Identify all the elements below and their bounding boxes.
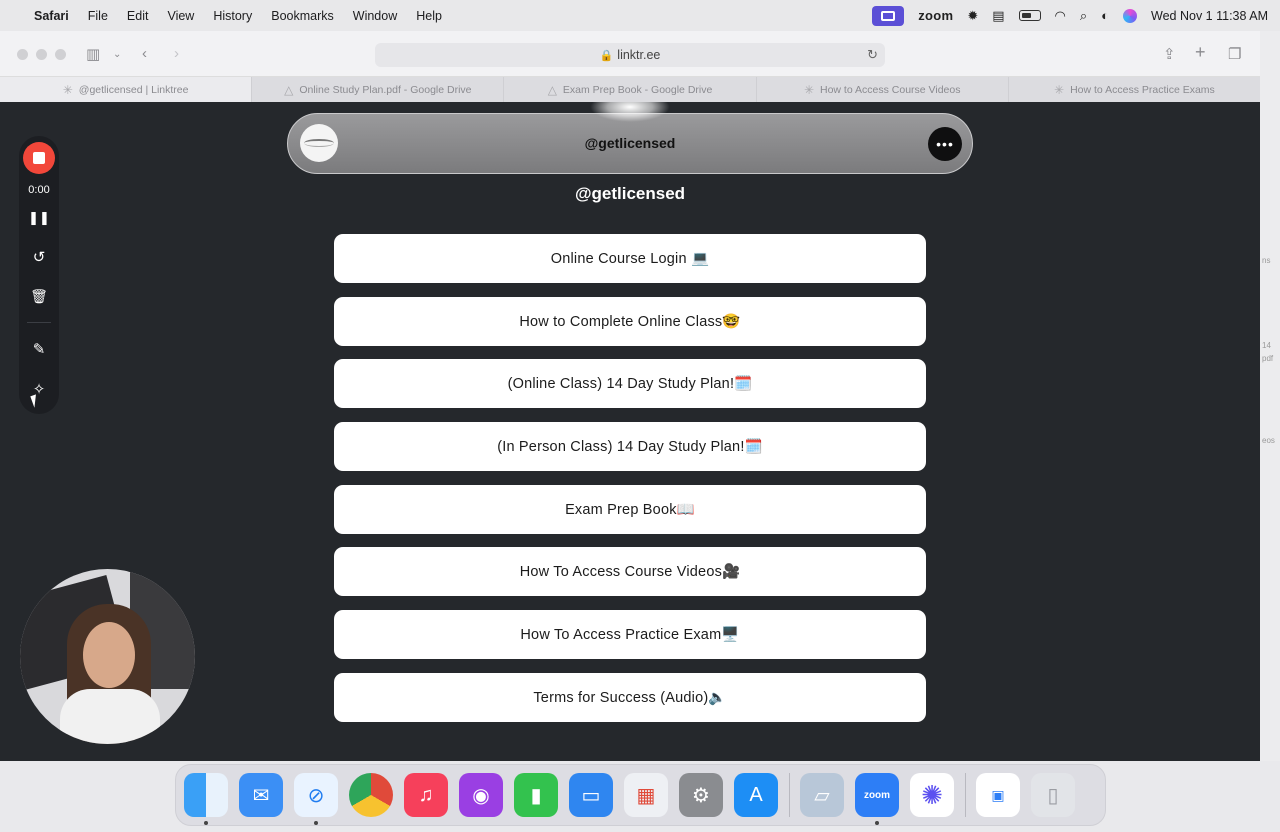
reload-icon[interactable]: ↻	[867, 47, 878, 63]
webcam-bubble[interactable]	[20, 569, 195, 744]
menu-window[interactable]: Window	[353, 9, 397, 23]
tab-label: How to Access Course Videos	[820, 83, 961, 96]
menu-app-name[interactable]: Safari	[34, 9, 69, 23]
menu-view[interactable]: View	[167, 9, 194, 23]
tab-label: @getlicensed | Linktree	[78, 83, 189, 96]
siri-icon[interactable]	[1123, 8, 1138, 23]
battery-icon[interactable]	[1018, 10, 1041, 21]
preview-icon[interactable]: ▱	[800, 773, 844, 817]
chrome-icon[interactable]	[349, 773, 393, 817]
linktree-page: @getlicensed ••• @getlicensed Online Cou…	[0, 102, 1260, 761]
zoom-window-button[interactable]	[55, 49, 66, 60]
menu-file[interactable]: File	[88, 9, 108, 23]
url-text: linktr.ee	[617, 48, 661, 62]
tab-linktree[interactable]: ✳ @getlicensed | Linktree	[0, 77, 252, 102]
screen-share-icon[interactable]	[872, 5, 905, 26]
recording-toolbar: 0:00 ❚❚ ↺ 🗑 ✎ ✧	[19, 136, 59, 414]
link-exam-prep-book[interactable]: Exam Prep Book📖	[334, 484, 926, 534]
safari-toolbar: ▥ ⌄ ‹ › 🔒 linktr.ee ↻ ⇪ + ❐	[0, 31, 1260, 77]
link-in-person-study-plan[interactable]: (In Person Class) 14 Day Study Plan!🗓️	[334, 422, 926, 472]
dock-separator	[965, 773, 966, 817]
linktree-icon: ✳	[803, 82, 814, 97]
keynote-icon[interactable]: ▭	[569, 773, 613, 817]
link-online-course-login[interactable]: Online Course Login 💻	[334, 234, 926, 283]
safari-icon[interactable]: ⊘	[294, 773, 338, 825]
zoom-window-icon[interactable]: ▣	[976, 773, 1020, 817]
zoom-status-label[interactable]: zoom	[918, 8, 953, 23]
forward-icon[interactable]: ›	[174, 45, 179, 62]
linktree-icon: ✳	[1054, 82, 1065, 97]
search-icon[interactable]: ⌕	[1080, 8, 1087, 24]
new-tab-icon[interactable]: +	[1195, 42, 1206, 63]
back-icon[interactable]: ‹	[142, 45, 147, 62]
zoom-app-icon[interactable]: zoom	[855, 773, 899, 825]
sidebar-icon[interactable]: ▥	[86, 45, 100, 63]
edge-fragment: eos	[1262, 436, 1275, 445]
more-options-button[interactable]: •••	[928, 127, 962, 161]
tab-bar: ✳ @getlicensed | Linktree △ Online Study…	[0, 77, 1260, 102]
keyboard-icon[interactable]: ▤	[992, 8, 1004, 24]
trash-icon[interactable]: 🗑	[19, 288, 59, 305]
window-controls	[17, 49, 66, 60]
gear-icon[interactable]: ✹	[967, 8, 978, 24]
launchpad-icon[interactable]: ▦	[624, 773, 668, 817]
dock-separator	[789, 773, 790, 817]
linktree-icon: ✳	[62, 82, 73, 97]
profile-name: @getlicensed	[574, 184, 686, 203]
perplexity-icon[interactable]: ✺	[910, 773, 954, 817]
edge-fragment: ns	[1262, 256, 1271, 265]
mail-icon[interactable]: ✉	[239, 773, 283, 817]
light-glare	[590, 102, 670, 122]
google-drive-icon: △	[284, 82, 294, 97]
toolbar-divider	[27, 322, 51, 323]
link-complete-online-class[interactable]: How to Complete Online Class🤓	[334, 296, 926, 346]
system-settings-icon[interactable]: ⚙	[679, 773, 723, 817]
tab-label: Exam Prep Book - Google Drive	[562, 83, 713, 96]
tab-exam-prep-book[interactable]: △ Exam Prep Book - Google Drive	[503, 77, 755, 102]
minimize-window-button[interactable]	[36, 49, 47, 60]
trash-dock-icon[interactable]: ▯	[1031, 773, 1075, 817]
link-terms-for-success[interactable]: Terms for Success (Audio)🔈	[334, 672, 926, 722]
pencil-icon[interactable]: ✎	[19, 340, 59, 358]
menu-edit[interactable]: Edit	[127, 9, 149, 23]
chevron-down-icon[interactable]: ⌄	[113, 49, 121, 60]
link-list: Online Course Login 💻 How to Complete On…	[334, 234, 926, 736]
finder-icon[interactable]	[184, 773, 228, 825]
menu-clock[interactable]: Wed Nov 1 11:38 AM	[1151, 9, 1268, 23]
menu-history[interactable]: History	[213, 9, 252, 23]
wifi-icon[interactable]: ◠	[1055, 8, 1066, 24]
tab-online-study-plan[interactable]: △ Online Study Plan.pdf - Google Drive	[251, 77, 503, 102]
background-window-edge: ns 14 pdf eos	[1260, 31, 1280, 761]
tab-course-videos[interactable]: ✳ How to Access Course Videos	[755, 77, 1008, 102]
menu-bar: Safari File Edit View History Bookmarks …	[0, 0, 1280, 31]
header-title: @getlicensed	[584, 135, 676, 151]
menu-help[interactable]: Help	[416, 9, 442, 23]
edge-fragment: pdf	[1262, 354, 1274, 363]
podcasts-icon[interactable]: ◉	[459, 773, 503, 817]
stop-recording-button[interactable]	[23, 142, 55, 174]
close-window-button[interactable]	[17, 49, 28, 60]
google-drive-icon: △	[547, 82, 557, 97]
link-course-videos[interactable]: How To Access Course Videos🎥	[334, 547, 926, 597]
tab-overview-icon[interactable]: ❐	[1228, 45, 1241, 63]
tab-label: How to Access Practice Exams	[1070, 83, 1215, 96]
restart-icon[interactable]: ↺	[19, 248, 59, 266]
pause-icon[interactable]: ❚❚	[19, 210, 59, 226]
recording-timer: 0:00	[28, 184, 50, 196]
address-bar[interactable]: 🔒 linktr.ee ↻	[375, 43, 885, 67]
lock-icon: 🔒	[599, 49, 614, 62]
link-online-study-plan[interactable]: (Online Class) 14 Day Study Plan!🗓️	[334, 359, 926, 409]
menu-bookmarks[interactable]: Bookmarks	[271, 9, 334, 23]
tab-practice-exams[interactable]: ✳ How to Access Practice Exams	[1007, 77, 1260, 102]
edge-fragment: 14	[1262, 341, 1271, 350]
control-center-icon[interactable]: ◐	[1101, 8, 1109, 23]
profile-header-bar: @getlicensed •••	[287, 113, 973, 174]
link-practice-exam[interactable]: How To Access Practice Exam🖥️	[334, 610, 926, 660]
dock: ✉ ⊘ ♫ ◉ ▮ ▭ ▦ ⚙ A ▱ zoom ✺ ▣ ▯	[175, 764, 1106, 826]
music-icon[interactable]: ♫	[404, 773, 448, 817]
numbers-icon[interactable]: ▮	[514, 773, 558, 817]
tab-label: Online Study Plan.pdf - Google Drive	[299, 83, 472, 96]
app-store-icon[interactable]: A	[734, 773, 778, 817]
share-icon[interactable]: ⇪	[1163, 45, 1176, 63]
